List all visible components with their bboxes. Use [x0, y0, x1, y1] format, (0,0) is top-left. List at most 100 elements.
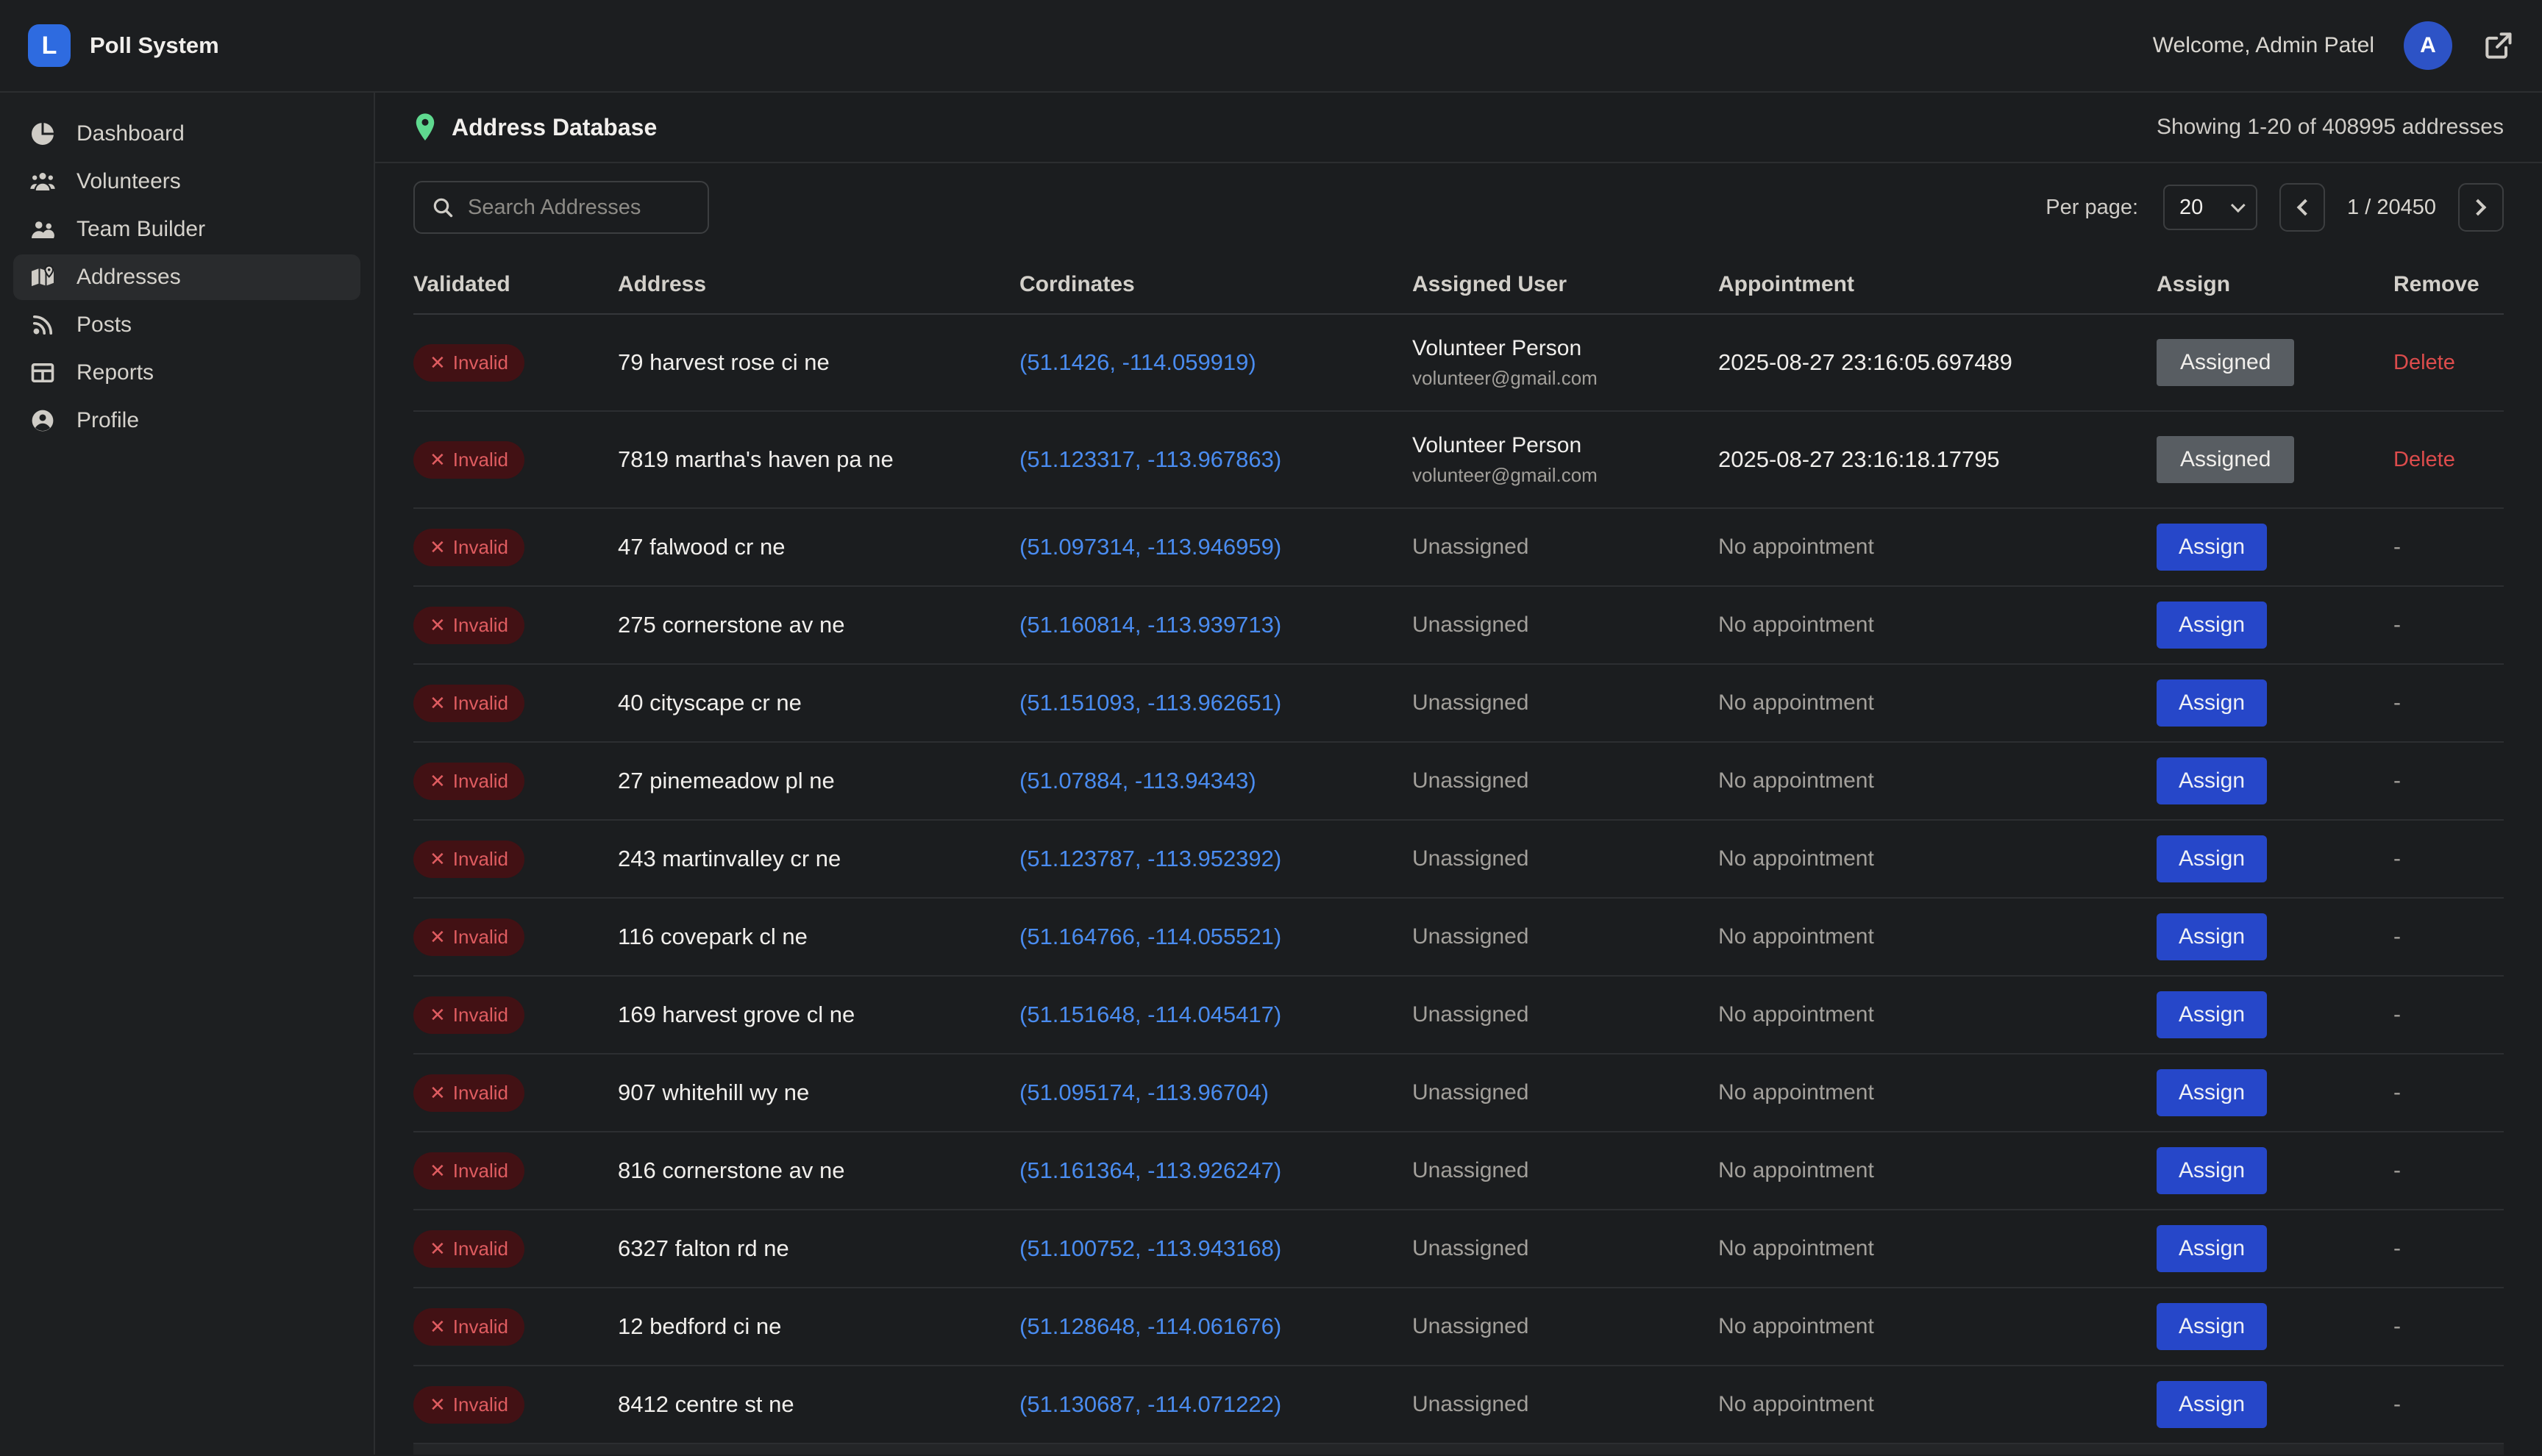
per-page-label: Per page:	[2046, 196, 2138, 220]
coordinates-link[interactable]: (51.07884, -113.94343)	[1019, 768, 1256, 794]
appointment-text: No appointment	[1718, 1080, 1874, 1105]
assign-button[interactable]: Assign	[2157, 991, 2267, 1038]
assign-button[interactable]: Assign	[2157, 679, 2267, 727]
external-link-icon[interactable]	[2482, 29, 2514, 62]
table-row: ✕ Invalid 907 whitehill wy ne (51.095174…	[413, 1054, 2504, 1132]
coordinates-link[interactable]: (51.130687, -114.071222)	[1019, 1391, 1281, 1418]
coordinates-link[interactable]: (51.151093, -113.962651)	[1019, 690, 1281, 716]
address-text: 79 harvest rose ci ne	[618, 349, 830, 376]
coordinates-link[interactable]: (51.1426, -114.059919)	[1019, 349, 1256, 376]
coordinates-link[interactable]: (51.128648, -114.061676)	[1019, 1313, 1281, 1340]
coordinates-link[interactable]: (51.095174, -113.96704)	[1019, 1079, 1269, 1106]
partial-next-row	[413, 1444, 2504, 1455]
column-header-assign: Assign	[2157, 272, 2393, 297]
table-icon	[29, 360, 56, 386]
welcome-text: Welcome, Admin Patel	[2153, 33, 2374, 58]
page-title: Address Database	[452, 114, 657, 141]
address-text: 27 pinemeadow pl ne	[618, 768, 835, 794]
appointment-text: No appointment	[1718, 846, 1874, 871]
coordinates-link[interactable]: (51.164766, -114.055521)	[1019, 924, 1281, 950]
sidebar-item-posts[interactable]: Posts	[13, 302, 360, 348]
sidebar-item-volunteers[interactable]: Volunteers	[13, 159, 360, 204]
sidebar-item-dashboard[interactable]: Dashboard	[13, 111, 360, 157]
appointment-text: No appointment	[1718, 1236, 1874, 1261]
validated-badge-label: Invalid	[453, 692, 508, 715]
assign-button[interactable]: Assign	[2157, 1069, 2267, 1116]
sidebar-item-label: Dashboard	[76, 121, 185, 146]
per-page-select[interactable]: 20	[2163, 185, 2257, 230]
assign-button[interactable]: Assigned	[2157, 436, 2294, 483]
assign-button[interactable]: Assign	[2157, 1381, 2267, 1428]
app-logo: L	[28, 24, 71, 67]
avatar[interactable]: A	[2404, 21, 2452, 70]
chevron-down-icon	[2231, 198, 2246, 213]
address-text: 40 cityscape cr ne	[618, 690, 802, 716]
chevron-left-icon	[2297, 199, 2314, 216]
next-page-button[interactable]	[2458, 183, 2504, 232]
address-text: 12 bedford ci ne	[618, 1313, 781, 1340]
table-header: Validated Address Cordinates Assigned Us…	[413, 256, 2504, 315]
coordinates-link[interactable]: (51.097314, -113.946959)	[1019, 534, 1281, 560]
app-title: Poll System	[90, 32, 219, 59]
table-row: ✕ Invalid 40 cityscape cr ne (51.151093,…	[413, 665, 2504, 743]
delete-link[interactable]: Delete	[2393, 448, 2455, 472]
validated-badge: ✕ Invalid	[413, 918, 524, 956]
sidebar-item-addresses[interactable]: Addresses	[13, 254, 360, 300]
remove-dash: -	[2393, 613, 2401, 638]
validated-badge-label: Invalid	[453, 1238, 508, 1260]
assign-button[interactable]: Assign	[2157, 1147, 2267, 1194]
coordinates-link[interactable]: (51.100752, -113.943168)	[1019, 1235, 1281, 1262]
assign-button[interactable]: Assign	[2157, 524, 2267, 571]
remove-dash: -	[2393, 924, 2401, 949]
remove-dash: -	[2393, 1236, 2401, 1261]
assign-button[interactable]: Assign	[2157, 1303, 2267, 1350]
validated-badge-label: Invalid	[453, 770, 508, 793]
assigned-user-name: Unassigned	[1412, 768, 1528, 793]
coordinates-link[interactable]: (51.161364, -113.926247)	[1019, 1157, 1281, 1184]
validated-badge: ✕ Invalid	[413, 996, 524, 1034]
coordinates-link[interactable]: (51.123787, -113.952392)	[1019, 846, 1281, 872]
assign-button[interactable]: Assign	[2157, 835, 2267, 882]
x-mark-icon: ✕	[430, 1161, 446, 1180]
x-mark-icon: ✕	[430, 538, 446, 557]
assign-button[interactable]: Assign	[2157, 913, 2267, 960]
assigned-user-name: Unassigned	[1412, 613, 1528, 638]
coordinates-link[interactable]: (51.123317, -113.967863)	[1019, 446, 1281, 473]
delete-link[interactable]: Delete	[2393, 351, 2455, 375]
toolbar: Per page: 20 1 / 20450	[375, 163, 2542, 234]
appointment-text: No appointment	[1718, 535, 1874, 560]
sidebar-item-profile[interactable]: Profile	[13, 398, 360, 443]
pagination: Per page: 20 1 / 20450	[2046, 183, 2504, 232]
table-row: ✕ Invalid 47 falwood cr ne (51.097314, -…	[413, 509, 2504, 587]
table-row: ✕ Invalid 7819 martha's haven pa ne (51.…	[413, 412, 2504, 509]
address-text: 907 whitehill wy ne	[618, 1079, 809, 1106]
appointment-text: No appointment	[1718, 1314, 1874, 1339]
x-mark-icon: ✕	[430, 1395, 446, 1414]
sidebar-item-label: Volunteers	[76, 169, 181, 194]
validated-badge: ✕ Invalid	[413, 1308, 524, 1346]
appointment-text: No appointment	[1718, 1002, 1874, 1027]
table-row: ✕ Invalid 169 harvest grove cl ne (51.15…	[413, 977, 2504, 1054]
assign-button[interactable]: Assigned	[2157, 339, 2294, 386]
table-row: ✕ Invalid 6327 falton rd ne (51.100752, …	[413, 1210, 2504, 1288]
x-mark-icon: ✕	[430, 849, 446, 868]
coordinates-link[interactable]: (51.160814, -113.939713)	[1019, 612, 1281, 638]
appointment-text: 2025-08-27 23:16:18.17795	[1718, 446, 2000, 473]
validated-badge-label: Invalid	[453, 1082, 508, 1105]
sidebar-item-label: Profile	[76, 408, 139, 433]
assign-button[interactable]: Assign	[2157, 757, 2267, 804]
assign-button[interactable]: Assign	[2157, 602, 2267, 649]
brand: L Poll System	[28, 24, 219, 67]
table-row: ✕ Invalid 816 cornerstone av ne (51.1613…	[413, 1132, 2504, 1210]
coordinates-link[interactable]: (51.151648, -114.045417)	[1019, 1002, 1281, 1028]
validated-badge: ✕ Invalid	[413, 344, 524, 382]
assign-button[interactable]: Assign	[2157, 1225, 2267, 1272]
user-friends-icon	[29, 216, 56, 243]
top-bar: L Poll System Welcome, Admin Patel A	[0, 0, 2542, 93]
sidebar-item-team-builder[interactable]: Team Builder	[13, 207, 360, 252]
x-mark-icon: ✕	[430, 1239, 446, 1258]
prev-page-button[interactable]	[2279, 183, 2325, 232]
sidebar-item-reports[interactable]: Reports	[13, 350, 360, 396]
search-input[interactable]	[468, 196, 691, 220]
section-header: Address Database Showing 1-20 of 408995 …	[375, 93, 2542, 163]
